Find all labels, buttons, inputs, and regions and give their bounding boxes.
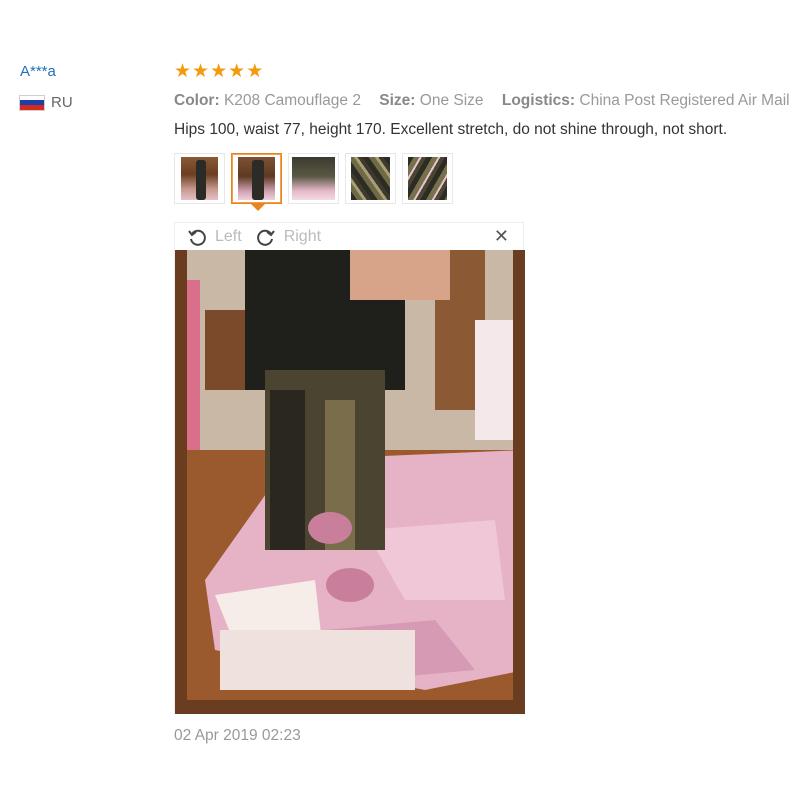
star-icon: ★	[246, 61, 264, 82]
color-key: Color:	[174, 92, 220, 109]
photo-thumbnail-active[interactable]	[231, 153, 282, 204]
logistics-key: Logistics:	[501, 92, 576, 109]
active-thumbnail-pointer	[251, 204, 265, 211]
rotate-left-label: Left	[215, 227, 242, 245]
star-icon: ★	[228, 61, 246, 82]
reviewer-name: A***a	[20, 63, 56, 80]
photo-viewer: Left Right ✕	[174, 222, 525, 714]
rotate-left-icon	[188, 229, 206, 246]
country-code: RU	[51, 94, 73, 111]
rotate-right-icon	[256, 229, 275, 246]
photo-thumbnails	[174, 153, 453, 204]
rotate-right-label: Right	[283, 227, 322, 245]
reviewer-info: A***a RU	[20, 62, 73, 111]
color-value: K208 Camouflage 2	[223, 92, 361, 109]
viewer-toolbar: Left Right ✕	[175, 223, 523, 250]
thumbnail-figure	[196, 160, 206, 200]
photo-thumbnail[interactable]	[288, 153, 339, 204]
mirror-selfie-image	[175, 250, 525, 714]
size-key: Size:	[379, 92, 416, 109]
logistics-value: China Post Registered Air Mail	[579, 92, 790, 109]
thumbnail-image	[408, 157, 447, 200]
order-info: Color: K208 Camouflage 2 Size: One Size …	[174, 92, 800, 110]
photo-thumbnail[interactable]	[345, 153, 396, 204]
thumbnail-image	[292, 157, 335, 200]
star-rating: ★ ★ ★ ★ ★	[174, 62, 800, 82]
photo-thumbnail[interactable]	[174, 153, 225, 204]
russia-flag-icon	[20, 95, 44, 110]
review-photo	[175, 250, 525, 714]
review-text: Hips 100, waist 77, height 170. Excellen…	[174, 121, 728, 138]
review-body: ★ ★ ★ ★ ★ Color: K208 Camouflage 2 Size:…	[174, 62, 800, 139]
review-date: 02 Apr 2019 02:23	[174, 727, 301, 744]
rotate-left-button[interactable]: Left	[187, 227, 242, 247]
photo-thumbnail[interactable]	[402, 153, 453, 204]
star-icon: ★	[192, 61, 210, 82]
star-icon: ★	[174, 61, 192, 82]
thumbnail-figure	[252, 160, 264, 200]
rotate-right-button[interactable]: Right	[256, 227, 321, 247]
size-value: One Size	[419, 92, 484, 109]
close-icon[interactable]: ✕	[494, 226, 509, 247]
reviewer-country: RU	[20, 94, 73, 111]
thumbnail-image	[351, 157, 390, 200]
star-icon: ★	[210, 61, 228, 82]
